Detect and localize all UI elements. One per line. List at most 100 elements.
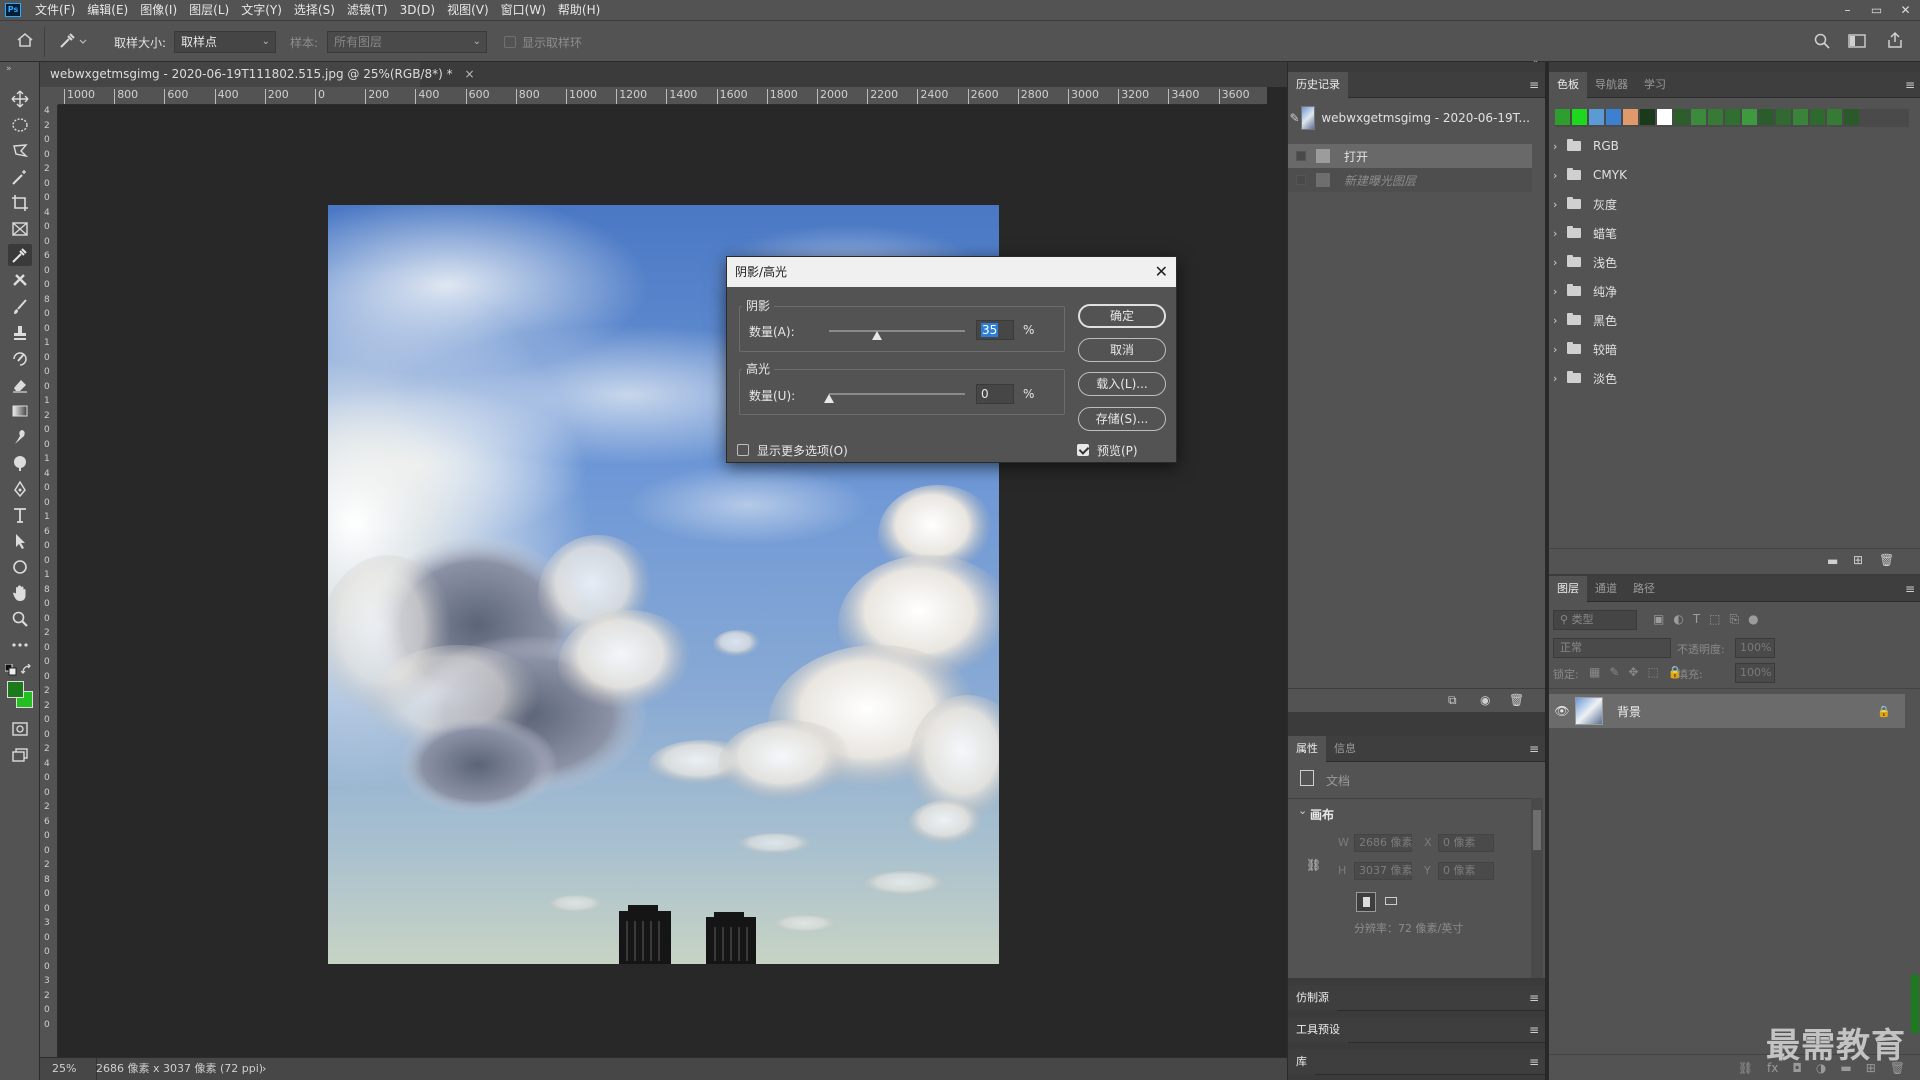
libraries-panel[interactable]: 库 ≡ <box>1288 1048 1545 1075</box>
smudge-tool-icon[interactable] <box>8 426 32 448</box>
adjustment-filter-icon[interactable]: ◐ <box>1673 612 1683 627</box>
move-tool-icon[interactable] <box>8 88 32 110</box>
color-swatch[interactable] <box>1776 109 1791 125</box>
swatch-folder[interactable]: › 浅色 <box>1553 250 1903 274</box>
link-layers-icon[interactable]: ⛓ <box>1738 1061 1753 1075</box>
new-document-from-state-icon[interactable]: ⧉ <box>1448 693 1457 708</box>
lock-artboard-icon[interactable]: ⬚ <box>1647 665 1658 679</box>
swatch-folder[interactable]: › CMYK <box>1553 163 1903 187</box>
color-swatch[interactable] <box>1708 109 1723 125</box>
properties-scrollbar[interactable] <box>1531 798 1543 978</box>
load-button[interactable]: 载入(L)... <box>1078 372 1166 396</box>
swatch-folder[interactable]: › 黑色 <box>1553 308 1903 332</box>
marquee-tool-icon[interactable] <box>8 114 32 136</box>
menu-item[interactable]: 图层(L) <box>183 0 235 20</box>
more-options-checkbox[interactable] <box>737 444 749 456</box>
shadows-amount-slider-track[interactable] <box>829 330 965 332</box>
opacity-field[interactable]: 100% <box>1735 638 1775 658</box>
fill-field[interactable]: 100% <box>1735 663 1775 683</box>
history-item[interactable]: 新建曝光图层 <box>1288 168 1532 192</box>
swatch-folder[interactable]: › RGB <box>1553 134 1903 158</box>
color-swatch[interactable] <box>1623 109 1638 125</box>
chevron-right-icon[interactable]: › <box>1553 256 1567 269</box>
color-swatch[interactable] <box>1810 109 1825 125</box>
sample-select[interactable]: 所有图层 ⌄ <box>327 31 487 53</box>
ruler-origin[interactable] <box>40 87 58 105</box>
history-brush-tool-icon[interactable] <box>8 348 32 370</box>
type-filter-icon[interactable]: T <box>1693 612 1700 627</box>
foreground-color-swatch[interactable] <box>7 681 24 698</box>
chevron-right-icon[interactable]: › <box>1553 314 1567 327</box>
lock-transparency-icon[interactable]: ▦ <box>1589 665 1600 679</box>
clone-stamp-tool-icon[interactable] <box>8 322 32 344</box>
color-swatch[interactable] <box>1725 109 1740 125</box>
chevron-right-icon[interactable]: › <box>1553 285 1567 298</box>
save-button[interactable]: 存储(S)... <box>1078 407 1166 431</box>
eyedropper-tool-icon[interactable] <box>8 244 32 266</box>
portrait-orientation-icon[interactable] <box>1356 892 1376 912</box>
canvas-x-field[interactable]: 0 像素 <box>1438 834 1494 852</box>
collapse-toolbar-icon[interactable]: » <box>6 64 12 74</box>
menu-item[interactable]: 3D(D) <box>394 0 441 20</box>
restore-button[interactable]: ▭ <box>1862 0 1891 20</box>
canvas-width-field[interactable]: 2686 像素 <box>1354 834 1413 852</box>
history-item[interactable]: 打开 <box>1288 144 1532 168</box>
menu-item[interactable]: 文件(F) <box>29 0 81 20</box>
chevron-right-icon[interactable]: › <box>1553 343 1567 356</box>
canvas-y-field[interactable]: 0 像素 <box>1438 862 1494 880</box>
tab-channels[interactable]: 通道 <box>1587 576 1625 602</box>
color-swatch[interactable] <box>1759 109 1774 125</box>
clone-source-panel[interactable]: 仿制源 ≡ <box>1288 984 1545 1011</box>
tab-learn[interactable]: 学习 <box>1636 72 1674 98</box>
image-filter-icon[interactable]: ▣ <box>1653 612 1664 627</box>
swatch-folder[interactable]: › 纯净 <box>1553 279 1903 303</box>
collapse-arrow-icon[interactable]: ⌄ <box>1298 804 1307 817</box>
swatch-folder[interactable]: › 淡色 <box>1553 366 1903 390</box>
share-icon[interactable] <box>1886 31 1904 49</box>
panel-menu-icon[interactable]: ≡ <box>1529 78 1539 92</box>
panel-menu-icon[interactable]: ≡ <box>1905 78 1915 92</box>
highlights-amount-slider-thumb[interactable] <box>824 394 834 403</box>
lock-icon[interactable]: 🔒 <box>1877 705 1891 718</box>
tab-properties[interactable]: 属性 <box>1288 735 1326 762</box>
layer-row-background[interactable]: 👁 背景 🔒 <box>1549 694 1905 728</box>
visibility-eye-icon[interactable]: 👁 <box>1549 704 1575 718</box>
panel-menu-icon[interactable]: ≡ <box>1905 582 1915 596</box>
menu-item[interactable]: 文字(Y) <box>235 0 288 20</box>
chevron-right-icon[interactable]: › <box>1553 169 1567 182</box>
layer-filter-select[interactable]: ⚲ 类型 <box>1553 610 1637 630</box>
new-swatch-icon[interactable]: ⊞ <box>1853 553 1863 567</box>
chevron-right-icon[interactable]: › <box>1553 372 1567 385</box>
swatch-folder[interactable]: › 蜡笔 <box>1553 221 1903 245</box>
chevron-right-icon[interactable]: › <box>1553 140 1567 153</box>
show-ring-checkbox[interactable] <box>504 36 516 48</box>
color-swatch[interactable] <box>1844 109 1859 125</box>
document-tab[interactable]: webwxgetmsgimg - 2020-06-19T111802.515.j… <box>40 62 475 87</box>
tab-tool-presets[interactable]: 工具预设 <box>1288 1016 1348 1043</box>
tab-libraries[interactable]: 库 <box>1288 1048 1315 1075</box>
trash-icon[interactable]: 🗑 <box>1879 553 1894 567</box>
trash-icon[interactable]: 🗑 <box>1509 693 1524 707</box>
color-swatch[interactable] <box>1589 109 1604 125</box>
frame-tool-icon[interactable] <box>8 218 32 240</box>
horizontal-ruler[interactable]: 1000 800 600 400 200 0 200 400 600 800 1000 1200 140… <box>58 87 1267 105</box>
minimize-button[interactable]: – <box>1833 0 1862 20</box>
panel-menu-icon[interactable]: ≡ <box>1529 742 1539 756</box>
color-swatch[interactable] <box>1657 109 1672 125</box>
hand-tool-icon[interactable] <box>8 582 32 604</box>
blend-mode-select[interactable]: 正常 <box>1553 638 1671 658</box>
tab-layers[interactable]: 图层 <box>1549 575 1587 602</box>
healing-brush-tool-icon[interactable] <box>8 270 32 292</box>
screen-mode-icon[interactable] <box>8 744 32 766</box>
color-swatch[interactable] <box>1691 109 1706 125</box>
ok-button[interactable]: 确定 <box>1078 304 1166 328</box>
gradient-tool-icon[interactable] <box>8 400 32 422</box>
history-snapshot[interactable]: ✎ webwxgetmsgimg - 2020-06-19T... <box>1288 104 1530 132</box>
pen-tool-icon[interactable] <box>8 478 32 500</box>
status-menu-arrow-icon[interactable]: › <box>262 1058 266 1080</box>
tab-swatches[interactable]: 色板 <box>1549 71 1587 98</box>
zoom-tool-icon[interactable] <box>8 608 32 630</box>
cancel-button[interactable]: 取消 <box>1078 338 1166 362</box>
color-swatch[interactable] <box>1555 109 1570 125</box>
menu-item[interactable]: 选择(S) <box>288 0 341 20</box>
